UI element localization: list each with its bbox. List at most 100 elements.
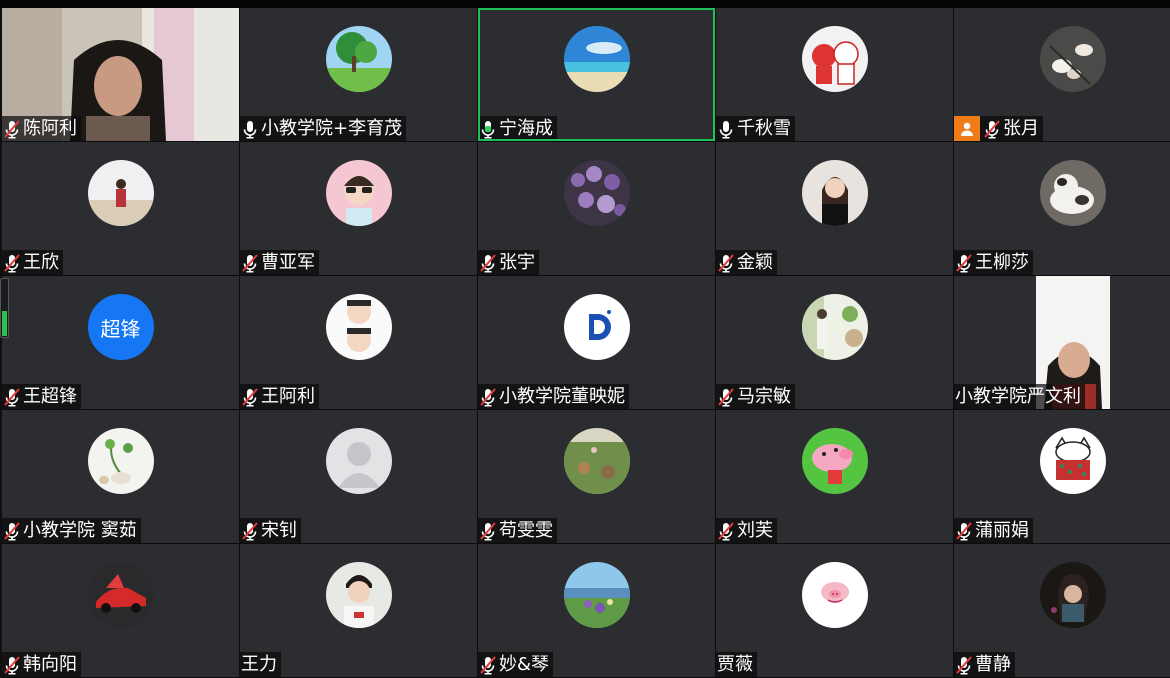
participant-name: 马宗敏 (737, 386, 791, 407)
young-man-avatar (325, 562, 392, 628)
top-bar (0, 0, 1170, 8)
participant-tile[interactable]: 千秋雪 (716, 8, 953, 141)
participant-tile[interactable]: 王力 (240, 544, 477, 677)
mic-muted-icon (478, 654, 498, 676)
host-icon (954, 116, 980, 141)
participant-tile[interactable]: 王柳莎 (954, 142, 1170, 275)
name-tag: 王柳莎 (954, 250, 1033, 275)
mic-icon (240, 118, 260, 140)
name-tag: 王阿利 (240, 384, 319, 409)
participant-name: 曹亚军 (261, 252, 315, 273)
name-tag: 曹静 (954, 652, 1015, 677)
name-tag: 小教学院+李育茂 (240, 116, 407, 141)
mic-muted-icon (240, 386, 260, 408)
participant-name: 小教学院+李育茂 (261, 118, 403, 139)
d-logo-avatar (563, 294, 630, 360)
mic-muted-icon (240, 520, 260, 542)
default-person-avatar (325, 428, 392, 494)
participant-name: 金颖 (737, 252, 773, 273)
participant-tile[interactable]: 马宗敏 (716, 276, 953, 409)
name-tag: 贾薇 (716, 652, 757, 677)
name-tag: 韩向阳 (2, 652, 81, 677)
audio-level-meter (0, 278, 9, 338)
participant-tile[interactable]: 妙&琴 (478, 544, 715, 677)
participant-tile[interactable]: 蒲丽娟 (954, 410, 1170, 543)
name-tag: 王超锋 (2, 384, 81, 409)
participant-tile[interactable]: 宋钊 (240, 410, 477, 543)
participant-tile[interactable]: 张宇 (478, 142, 715, 275)
name-tag: 宁海成 (478, 116, 557, 141)
participant-name: 宋钊 (261, 520, 297, 541)
participant-tile[interactable]: 金颖 (716, 142, 953, 275)
name-tag: 宋钊 (240, 518, 301, 543)
mic-muted-icon (2, 118, 22, 140)
mic-muted-icon (2, 654, 22, 676)
name-tag: 蒲丽娟 (954, 518, 1033, 543)
dark-portrait-avatar (1039, 562, 1106, 628)
mic-muted-icon (716, 386, 736, 408)
woman-sunglasses-avatar (325, 160, 392, 226)
mic-muted-icon (2, 520, 22, 542)
name-tag: 小教学院董映妮 (478, 384, 629, 409)
participant-tile[interactable]: 曹静 (954, 544, 1170, 677)
name-tag: 张宇 (478, 250, 539, 275)
participant-tile[interactable]: 韩向阳 (2, 544, 239, 677)
video-meeting-window: 陈阿利 小教学院+李育茂 宁海成 千秋雪 张月 王欣 曹亚军 张宇 金颖 王柳莎 超锋 王超锋 王阿利小… (0, 0, 1170, 678)
meadow-picnic-avatar (563, 428, 630, 494)
lake-flowers-avatar (563, 562, 630, 628)
participant-name: 宁海成 (499, 118, 553, 139)
mic-speaking-icon (478, 118, 498, 140)
boy-faces-avatar (325, 294, 392, 360)
participant-name: 刘芙 (737, 520, 773, 541)
name-tag: 王欣 (2, 250, 63, 275)
participant-tile[interactable]: 刘芙 (716, 410, 953, 543)
participant-tile[interactable]: 陈阿利 (2, 8, 239, 141)
name-tag: 苟雯雯 (478, 518, 557, 543)
name-tag: 小教学院严文利 (954, 384, 1085, 409)
text-avatar: 超锋 (87, 294, 154, 360)
participant-name: 妙&琴 (499, 654, 550, 675)
name-tag: 曹亚军 (240, 250, 319, 275)
participant-tile[interactable]: 张月 (954, 8, 1170, 141)
participant-tile[interactable]: 小教学院严文利 (954, 276, 1170, 409)
mic-muted-icon (954, 520, 974, 542)
purple-flowers-avatar (563, 160, 630, 226)
participant-tile[interactable]: 苟雯雯 (478, 410, 715, 543)
name-tag: 张月 (954, 116, 1043, 141)
participant-tile[interactable]: 王欣 (2, 142, 239, 275)
participant-name: 小教学院董映妮 (499, 386, 625, 407)
mic-muted-icon (478, 252, 498, 274)
tree-landscape-avatar (325, 26, 392, 92)
participant-grid: 陈阿利 小教学院+李育茂 宁海成 千秋雪 张月 王欣 曹亚军 张宇 金颖 王柳莎 超锋 王超锋 王阿利小… (2, 8, 1170, 678)
participant-name: 王阿利 (261, 386, 315, 407)
participant-tile[interactable]: 王阿利 (240, 276, 477, 409)
audio-level-fill (2, 310, 7, 336)
participant-tile[interactable]: 小教学院+李育茂 (240, 8, 477, 141)
participant-tile[interactable]: 贾薇 (716, 544, 953, 677)
participant-tile[interactable]: 超锋 王超锋 (2, 276, 239, 409)
mic-muted-icon (2, 386, 22, 408)
participant-name: 千秋雪 (737, 118, 791, 139)
mic-muted-icon (954, 654, 974, 676)
participant-name: 王柳莎 (975, 252, 1029, 273)
participant-tile[interactable]: 宁海成 (478, 8, 715, 141)
name-tag: 马宗敏 (716, 384, 795, 409)
name-tag: 陈阿利 (2, 116, 81, 141)
mic-muted-icon (982, 118, 1002, 140)
woman-portrait-avatar (801, 160, 868, 226)
participant-tile[interactable]: 小教学院 窦茹 (2, 410, 239, 543)
participant-name: 小教学院 窦茹 (23, 520, 137, 541)
participant-tile[interactable]: 小教学院董映妮 (478, 276, 715, 409)
participant-tile[interactable]: 曹亚军 (240, 142, 477, 275)
cat-avatar (1039, 160, 1106, 226)
participant-name: 张月 (1003, 118, 1039, 139)
name-tag: 金颖 (716, 250, 777, 275)
person-beach-avatar (87, 160, 154, 226)
vase-plant-avatar (87, 428, 154, 494)
red-sports-car-avatar (87, 562, 154, 628)
woman-garden-avatar (801, 294, 868, 360)
mic-muted-icon (716, 520, 736, 542)
name-tag: 千秋雪 (716, 116, 795, 141)
beach-sky-avatar (563, 26, 630, 92)
participant-name: 曹静 (975, 654, 1011, 675)
